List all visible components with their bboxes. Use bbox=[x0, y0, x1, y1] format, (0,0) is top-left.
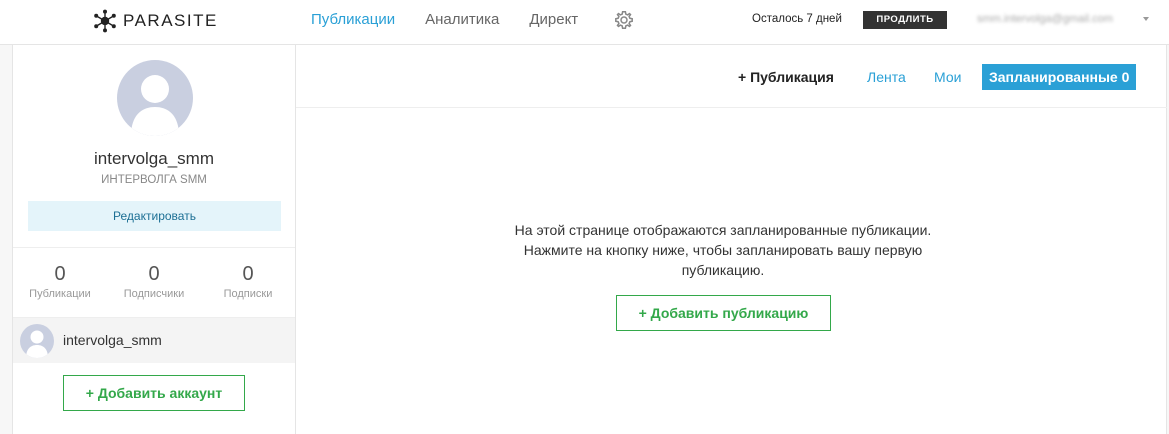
profile-full-name: ИНТЕРВОЛГА SMM bbox=[101, 174, 207, 186]
tab-feed[interactable]: Лента bbox=[867, 68, 906, 86]
chevron-down-icon[interactable] bbox=[1143, 17, 1149, 21]
edit-profile-button[interactable]: Редактировать bbox=[28, 201, 281, 231]
stat-value: 0 bbox=[242, 263, 254, 285]
avatar bbox=[117, 60, 193, 136]
stat-label: Подписчики bbox=[123, 288, 185, 300]
stat-value: 0 bbox=[148, 263, 160, 285]
stat-following: 0 Подписки bbox=[201, 262, 295, 300]
stat-label: Подписки bbox=[223, 288, 273, 300]
avatar bbox=[20, 324, 54, 358]
parasite-logo-icon bbox=[94, 9, 116, 33]
top-navigation-bar: PARASITE Публикации Аналитика Директ Ост… bbox=[0, 0, 1169, 45]
publication-tabs: + Публикация Лента Мои Запланированные 0 bbox=[296, 45, 1167, 108]
tab-new-publication[interactable]: + Публикация bbox=[738, 68, 834, 86]
nav-item-publications[interactable]: Публикации bbox=[311, 11, 395, 29]
tab-scheduled[interactable]: Запланированные 0 bbox=[982, 64, 1137, 90]
stat-value: 0 bbox=[54, 263, 66, 285]
stat-followers: 0 Подписчики bbox=[107, 262, 201, 300]
tab-mine[interactable]: Мои bbox=[934, 68, 961, 86]
user-placeholder-icon bbox=[131, 75, 179, 136]
user-email-menu[interactable]: smm.intervolga@gmail.com bbox=[977, 13, 1113, 25]
logo-text: PARASITE bbox=[123, 11, 218, 30]
add-account-button[interactable]: + Добавить аккаунт bbox=[63, 375, 245, 411]
subscription-remaining-text: Осталось 7 дней bbox=[752, 13, 842, 25]
logo[interactable]: PARASITE bbox=[93, 8, 218, 34]
account-name: intervolga_smm bbox=[63, 332, 162, 348]
stat-label: Публикации bbox=[29, 288, 91, 300]
stat-publications: 0 Публикации bbox=[13, 262, 107, 300]
profile-sidebar: intervolga_smm ИНТЕРВОЛГА SMM Редактиров… bbox=[12, 45, 296, 434]
main-nav: Публикации Аналитика Директ bbox=[311, 11, 608, 29]
divider bbox=[13, 247, 295, 248]
account-list-item[interactable]: intervolga_smm bbox=[13, 317, 295, 363]
profile-username: intervolga_smm bbox=[94, 149, 214, 168]
gear-icon[interactable] bbox=[614, 10, 634, 30]
main-content: + Публикация Лента Мои Запланированные 0… bbox=[296, 45, 1167, 434]
extend-subscription-button[interactable]: ПРОДЛИТЬ bbox=[863, 11, 947, 29]
add-publication-button[interactable]: + Добавить публикацию bbox=[616, 295, 831, 331]
nav-item-direct[interactable]: Директ bbox=[529, 11, 578, 29]
empty-state-message: На этой странице отображаются запланиров… bbox=[514, 222, 932, 278]
nav-item-analytics[interactable]: Аналитика bbox=[425, 11, 499, 29]
user-placeholder-icon bbox=[26, 330, 48, 358]
